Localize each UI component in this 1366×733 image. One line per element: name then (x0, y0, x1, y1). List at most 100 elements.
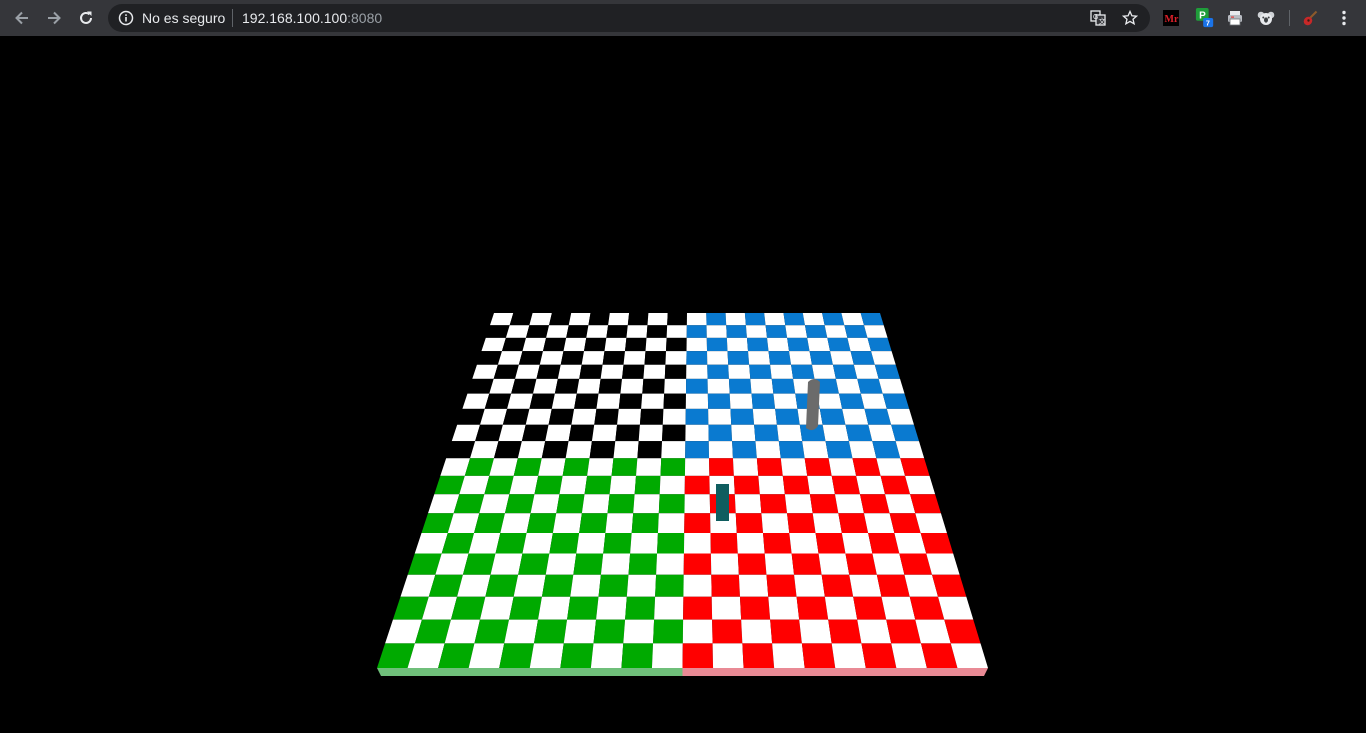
board-square (507, 393, 533, 409)
page-viewport[interactable] (0, 36, 1366, 733)
board-square (742, 643, 775, 668)
security-status-label[interactable]: No es seguro (142, 10, 225, 26)
board-square (856, 475, 886, 495)
chrome-menu-button[interactable] (1334, 8, 1354, 28)
board-square (666, 325, 687, 338)
bookmark-button[interactable] (1120, 8, 1140, 28)
board-square (926, 553, 960, 575)
board-square (651, 643, 683, 668)
board-square (607, 494, 635, 514)
board-square (567, 596, 599, 620)
board-square (642, 378, 665, 394)
board-square (584, 475, 612, 495)
board-square (807, 337, 831, 352)
board-square (838, 513, 869, 533)
koala-extension-button[interactable] (1256, 8, 1276, 28)
mr-extension-icon: Mr (1163, 10, 1179, 26)
board-square (462, 553, 496, 575)
board-square (526, 513, 557, 533)
board-square (768, 596, 800, 620)
board-square (874, 364, 901, 379)
board-square (886, 408, 914, 425)
board-square (627, 313, 649, 326)
board-square (895, 441, 925, 459)
board-square (499, 643, 534, 668)
board-square (602, 351, 625, 365)
board-square (525, 325, 550, 338)
board-square (684, 494, 711, 514)
board-square (889, 513, 921, 533)
url-text[interactable]: 192.168.100.100:8080 (242, 10, 382, 26)
board-square (533, 619, 568, 644)
teal-piece[interactable] (716, 484, 729, 521)
address-bar[interactable]: No es seguro 192.168.100.100:8080 G 文 (108, 4, 1150, 32)
mr-extension-button[interactable]: Mr (1161, 8, 1181, 28)
back-arrow-icon (15, 11, 28, 25)
green-p-extension-button[interactable]: P 7 (1195, 8, 1215, 28)
board-scene[interactable] (0, 36, 1366, 733)
board-square (513, 574, 546, 597)
board-edge-left (377, 668, 683, 676)
board-square (685, 441, 710, 459)
board-square (812, 513, 842, 533)
printer-extension-button[interactable] (1225, 8, 1245, 28)
board-square (841, 313, 865, 326)
board-square (751, 393, 776, 409)
svg-text:文: 文 (1099, 17, 1106, 26)
translate-button[interactable]: G 文 (1088, 8, 1108, 28)
board-square (485, 574, 519, 597)
board-square (522, 532, 553, 554)
board-square (479, 494, 510, 514)
board-square (457, 574, 491, 597)
board-square (644, 351, 667, 365)
board-square (598, 378, 622, 394)
board-square (876, 574, 910, 597)
board-square (791, 553, 822, 575)
board-square (493, 364, 519, 379)
omnibox-divider (232, 9, 233, 27)
board-square (545, 424, 572, 442)
board-square (735, 513, 764, 533)
gray-piece[interactable] (806, 379, 820, 431)
board-square (563, 619, 597, 644)
board-square (799, 619, 832, 644)
board-square (490, 553, 523, 575)
board-square (744, 313, 766, 326)
board-square (565, 441, 592, 459)
board-square (763, 532, 792, 554)
board-square (685, 424, 709, 442)
board-square (685, 408, 709, 425)
board-square (457, 408, 485, 425)
board-square (684, 513, 711, 533)
board-square (706, 337, 728, 352)
board-square (860, 494, 890, 514)
reload-button[interactable] (74, 6, 98, 30)
guitar-extension-button[interactable] (1300, 8, 1320, 28)
board-square (620, 378, 644, 394)
board-square (905, 475, 936, 495)
board-square (728, 364, 751, 379)
board-square (782, 475, 810, 495)
board-square (617, 408, 642, 425)
info-icon[interactable] (118, 10, 134, 26)
board-square (637, 441, 663, 459)
board-square (827, 337, 851, 352)
board-square (847, 337, 872, 352)
board-square (568, 313, 591, 326)
board-square (857, 378, 883, 394)
board-square (521, 424, 549, 442)
board-square (630, 532, 658, 554)
board-square (686, 351, 708, 365)
board-square (541, 441, 569, 459)
board-square (835, 378, 861, 394)
forward-button[interactable] (42, 6, 66, 30)
board-square (468, 532, 501, 554)
board-square (824, 325, 848, 338)
back-button[interactable] (10, 6, 34, 30)
board-square (549, 313, 572, 326)
board-square (732, 441, 757, 459)
board-square (484, 475, 514, 495)
board-square (536, 364, 561, 379)
board-square (850, 351, 875, 365)
board-square (686, 313, 707, 326)
